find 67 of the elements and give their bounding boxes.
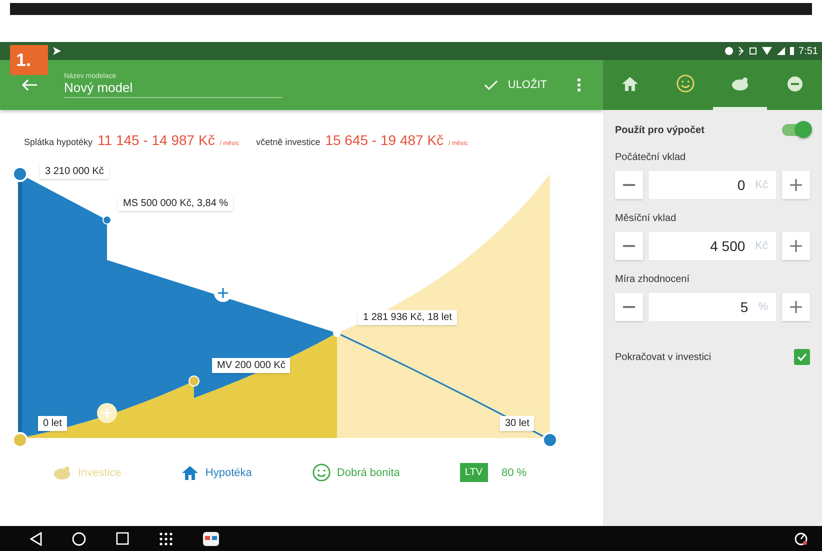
minus-icon xyxy=(623,245,635,247)
chart-handle[interactable] xyxy=(12,166,28,182)
number-field[interactable]: 0 Kč xyxy=(649,171,776,199)
more-icon[interactable] xyxy=(577,78,581,92)
summary-value: 15 645 - 19 487 Kč xyxy=(325,132,444,148)
summary-value: 11 145 - 14 987 Kč xyxy=(98,132,215,148)
chart-point[interactable] xyxy=(102,216,112,224)
chart-callout: 0 let xyxy=(38,416,67,431)
decrement-button[interactable] xyxy=(615,232,643,260)
piggy-bank-icon xyxy=(52,466,72,480)
chart-callout: 1 281 936 Kč, 18 let xyxy=(358,310,457,325)
chart-handle[interactable] xyxy=(542,432,558,448)
apps-grid-icon[interactable] xyxy=(159,532,173,546)
add-point-button[interactable] xyxy=(97,403,117,423)
legend-label: Dobrá bonita xyxy=(336,466,400,478)
number-field[interactable]: 4 500 Kč xyxy=(649,232,776,260)
increment-button[interactable] xyxy=(782,232,810,260)
increment-button[interactable] xyxy=(782,171,810,199)
smiley-icon xyxy=(312,463,331,482)
home-icon xyxy=(621,76,640,92)
field-label: Počáteční vklad xyxy=(615,152,687,163)
app-icon[interactable] xyxy=(203,532,219,546)
gauge-icon[interactable] xyxy=(794,532,808,546)
battery-icon xyxy=(790,47,794,55)
home-icon xyxy=(181,464,200,480)
minus-circle-icon xyxy=(786,76,803,92)
legend-label: 80 % xyxy=(502,466,527,478)
step-badge: 1. xyxy=(10,45,48,75)
setting-label: Pokračovat v investici xyxy=(615,352,712,362)
signal-icon xyxy=(776,47,785,55)
summary-label: včetně investice xyxy=(256,137,320,147)
toggle-switch[interactable] xyxy=(782,124,810,136)
check-icon xyxy=(484,80,498,90)
field-label: Míra zhodnocení xyxy=(615,274,690,285)
home-icon[interactable] xyxy=(72,532,86,546)
back-arrow-icon[interactable] xyxy=(22,79,38,91)
legend-label: Hypotéka xyxy=(205,466,252,478)
minus-icon xyxy=(623,184,635,186)
chart-handle[interactable] xyxy=(12,432,28,448)
chart-callout: 30 let xyxy=(500,416,534,431)
piggy-bank-icon xyxy=(730,76,750,90)
setting-label: Použít pro výpočet xyxy=(615,124,704,136)
chart-point xyxy=(333,329,341,337)
recents-icon[interactable] xyxy=(116,532,129,545)
minus-icon xyxy=(623,306,635,308)
plus-icon xyxy=(790,240,802,252)
clock-text: 7:51 xyxy=(798,46,818,56)
check-icon xyxy=(797,353,807,361)
notification-icon xyxy=(52,46,62,56)
summary-label: Splátka hypotéky xyxy=(24,137,93,147)
ltv-badge: LTV xyxy=(460,463,488,482)
number-field[interactable]: 5 % xyxy=(649,293,776,321)
field-label: Měsíční vklad xyxy=(615,213,678,224)
plus-icon xyxy=(790,179,802,191)
checkbox[interactable] xyxy=(794,349,810,365)
wifi-icon xyxy=(762,47,772,55)
chart-callout: 3 210 000 Kč xyxy=(40,164,109,179)
smiley-icon xyxy=(676,74,695,93)
decrement-button[interactable] xyxy=(615,171,643,199)
back-icon[interactable] xyxy=(30,532,42,546)
chart-callout: MS 500 000 Kč, 3,84 % xyxy=(118,196,234,211)
notification-icon xyxy=(724,47,733,55)
increment-button[interactable] xyxy=(782,293,810,321)
decrement-button[interactable] xyxy=(615,293,643,321)
chart-callout: MV 200 000 Kč xyxy=(212,358,290,373)
plus-icon xyxy=(790,301,802,313)
legend-label: Investice xyxy=(78,466,122,478)
